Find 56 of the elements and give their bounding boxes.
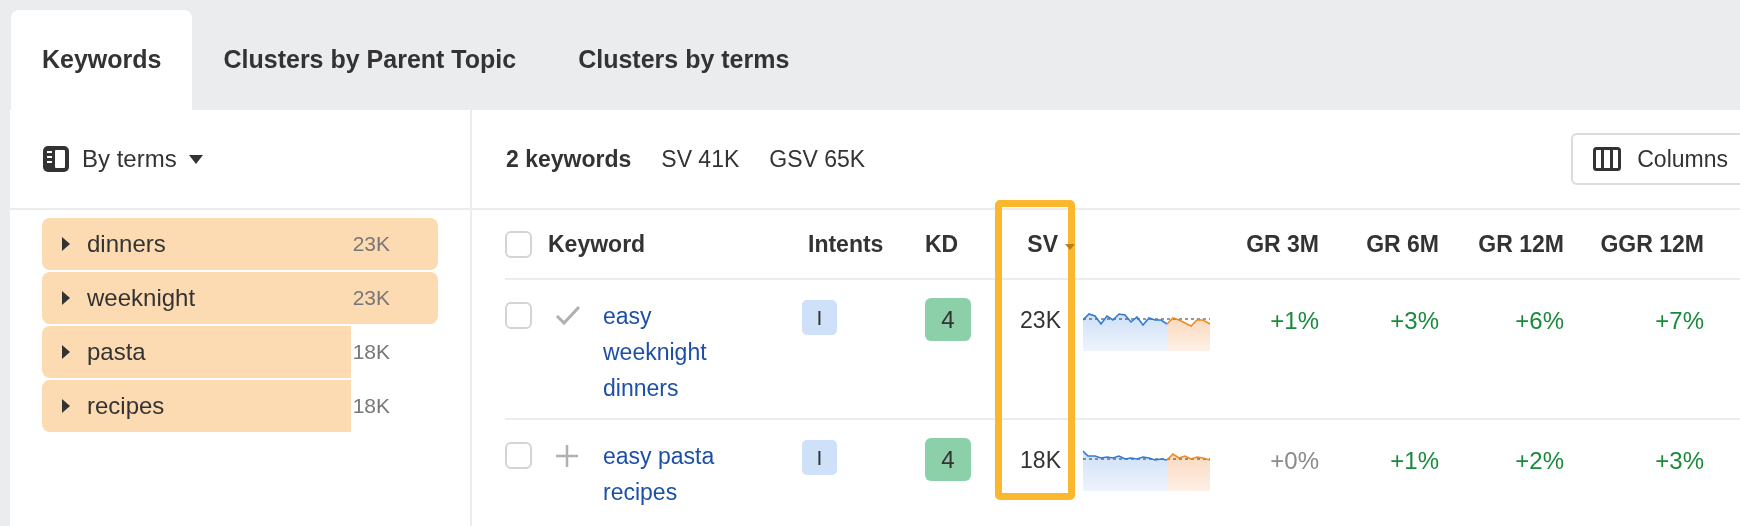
search-volume: 23K: [1020, 306, 1061, 335]
growth-value: +7%: [1655, 306, 1704, 336]
tab[interactable]: Clusters by terms: [547, 10, 821, 110]
column-header[interactable]: GR 3M: [1246, 226, 1319, 262]
sidebar-panel-icon: [42, 145, 70, 173]
tab[interactable]: Keywords: [11, 10, 193, 110]
term-label: pasta: [87, 337, 146, 367]
column-header[interactable]: Intents: [808, 226, 884, 262]
growth-value: +2%: [1515, 446, 1564, 476]
kd-badge: 4: [925, 438, 971, 481]
expand-arrow-icon[interactable]: [62, 345, 70, 359]
growth-value: +3%: [1655, 446, 1704, 476]
growth-value: +6%: [1515, 306, 1564, 336]
term-item[interactable]: pasta 18K: [42, 326, 438, 378]
expand-arrow-icon[interactable]: [62, 399, 70, 413]
growth-value: +1%: [1390, 446, 1439, 476]
checkbox[interactable]: [505, 442, 532, 469]
expand-arrow-icon[interactable]: [62, 291, 70, 305]
keyword-count: 2 keywords: [506, 144, 632, 174]
column-header[interactable]: GR 12M: [1478, 226, 1564, 262]
caret-icon: [188, 154, 203, 164]
checkbox[interactable]: [505, 302, 532, 329]
growth-value: +1%: [1270, 306, 1319, 336]
expand-arrow-icon[interactable]: [62, 237, 70, 251]
column-header[interactable]: GR 6M: [1366, 226, 1439, 262]
term-count: 18K: [352, 339, 390, 366]
term-item[interactable]: recipes 18K: [42, 380, 438, 432]
tab[interactable]: Clusters by Parent Topic: [192, 10, 548, 110]
column-header[interactable]: KD: [925, 226, 959, 262]
column-header[interactable]: Keyword: [548, 226, 646, 262]
plus-icon[interactable]: [555, 444, 579, 468]
grouping-dropdown[interactable]: By terms: [42, 141, 203, 177]
intent-badge: I: [802, 440, 837, 475]
kd-badge: 4: [925, 298, 971, 341]
term-item[interactable]: weeknight 23K: [42, 272, 438, 324]
term-label: dinners: [87, 229, 166, 259]
columns-button[interactable]: Columns: [1571, 133, 1740, 185]
term-label: weeknight: [87, 283, 196, 313]
intent-badge: I: [802, 300, 837, 335]
checkbox[interactable]: [505, 230, 532, 258]
search-volume: 18K: [1020, 446, 1061, 475]
column-header[interactable]: SV: [1027, 226, 1058, 262]
keyword-link[interactable]: easy weeknight dinners: [603, 298, 743, 406]
term-label: recipes: [87, 391, 165, 421]
term-count: 23K: [352, 231, 390, 258]
gsv-total: GSV 65K: [769, 144, 866, 174]
term-count: 18K: [352, 393, 390, 420]
keyword-link[interactable]: easy pasta recipes: [603, 438, 743, 510]
term-count: 23K: [352, 285, 390, 312]
sv-total: SV 41K: [661, 144, 740, 174]
growth-value: +3%: [1390, 306, 1439, 336]
check-icon[interactable]: [555, 304, 581, 326]
columns-icon: [1593, 147, 1622, 171]
growth-value: +0%: [1270, 446, 1319, 476]
column-header[interactable]: GGR 12M: [1600, 226, 1704, 262]
term-item[interactable]: dinners 23K: [42, 218, 438, 270]
